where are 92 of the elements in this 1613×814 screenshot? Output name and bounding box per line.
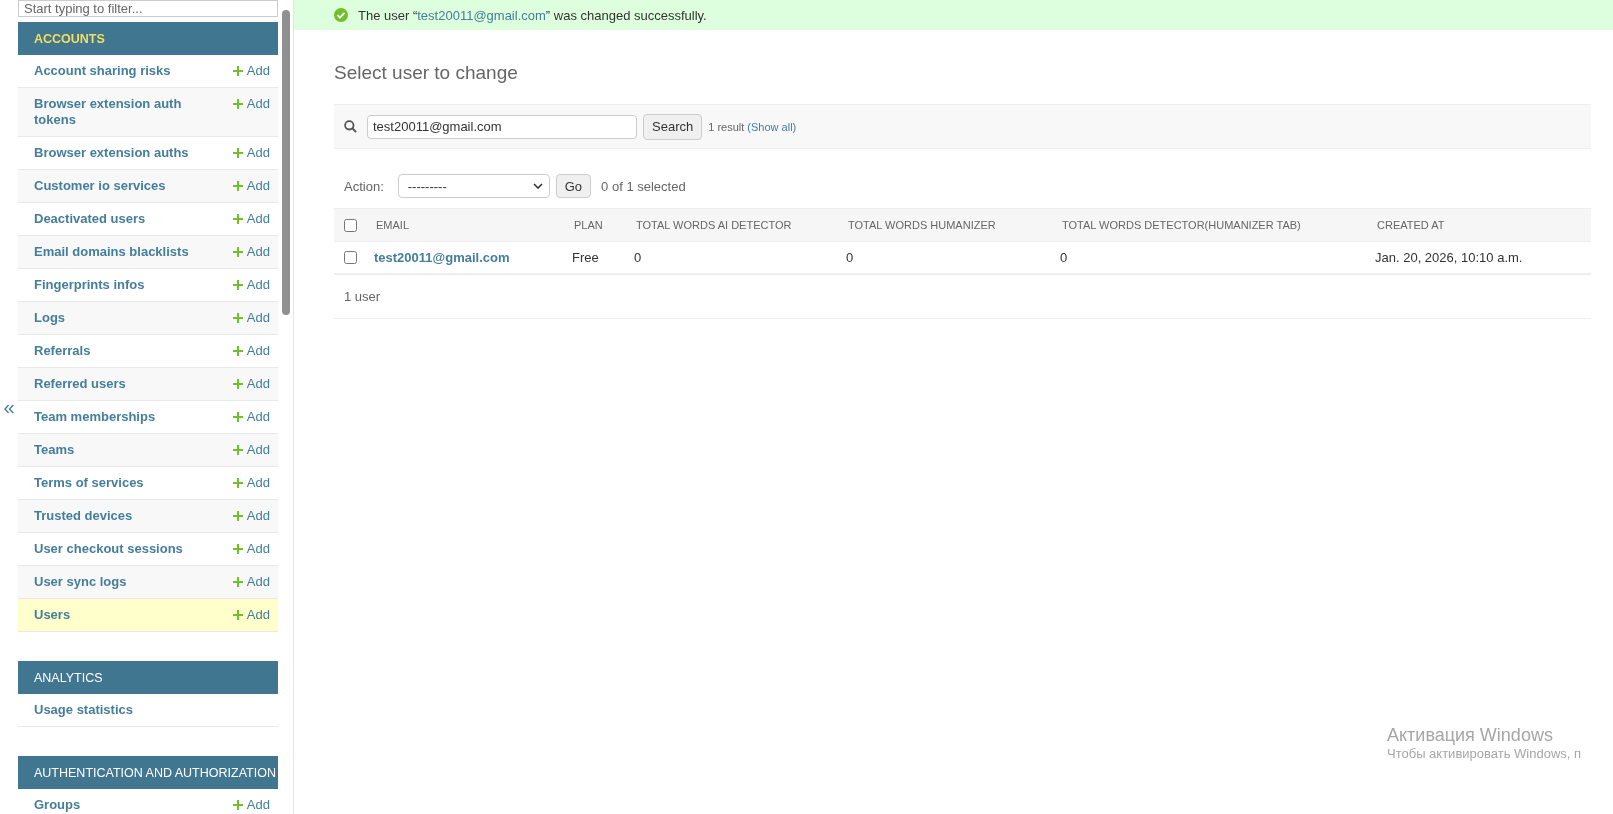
add-link[interactable]: Add [232, 442, 270, 458]
plus-icon [232, 577, 243, 587]
add-link[interactable]: Add [232, 541, 270, 557]
add-link[interactable]: Add [232, 211, 270, 227]
app-caption[interactable]: AUTHENTICATION AND AUTHORIZATION [18, 756, 278, 789]
go-button[interactable]: Go [555, 174, 592, 198]
add-link[interactable]: Add [232, 343, 270, 359]
table-cell-text: 0 [1060, 250, 1069, 265]
table-cell-text: 0 [846, 250, 855, 265]
row-checkbox[interactable] [344, 251, 357, 264]
result-count: 1 result (Show all) [708, 120, 797, 133]
model-link[interactable]: Referred users [34, 376, 194, 392]
add-link[interactable]: Add [232, 376, 270, 392]
add-link[interactable]: Add [232, 310, 270, 326]
app-caption[interactable]: ACCOUNTS [18, 22, 278, 55]
plus-icon [232, 346, 243, 356]
plus-icon [232, 247, 243, 257]
column-header[interactable]: TOTAL WORDS AI DETECTOR [634, 219, 846, 231]
model-link[interactable]: Logs [34, 310, 194, 326]
page-title: Select user to change [334, 62, 519, 84]
success-message: The user “test20011@gmail.com” was changed successfully. [358, 7, 707, 23]
add-link[interactable]: Add [232, 178, 270, 194]
activation-watermark-text: Чтобы активировать Windows, п [1387, 746, 1582, 761]
plus-icon [232, 544, 243, 554]
plus-icon [232, 280, 243, 290]
add-link[interactable]: Add [232, 63, 270, 79]
search-icon [344, 120, 357, 133]
search-button[interactable]: Search [643, 113, 703, 140]
filter-field[interactable]: Start typing to filter... [18, 0, 278, 17]
show-all-link[interactable]: (Show all) [747, 120, 797, 133]
user-link[interactable]: test20011@gmail.com [417, 7, 546, 23]
add-link[interactable]: Add [232, 96, 270, 112]
check-circle-icon [334, 8, 348, 22]
plus-icon [232, 800, 243, 810]
plus-icon [232, 478, 243, 488]
result-summary: 1 user [344, 289, 381, 304]
model-link[interactable]: Browser extension auths [34, 145, 194, 161]
model-link[interactable]: Trusted devices [34, 508, 194, 524]
plus-icon [232, 610, 243, 620]
sidebar-collapse-toggle[interactable]: « [2, 397, 16, 417]
action-select[interactable]: --------- [397, 174, 550, 198]
selection-counter: 0 of 1 selected [601, 178, 686, 194]
model-link[interactable]: Referrals [34, 343, 194, 359]
search-field[interactable]: test20011@gmail.com [367, 114, 637, 139]
activation-watermark-title: Активация Windows [1387, 725, 1554, 746]
model-link[interactable]: Usage statistics [34, 702, 194, 718]
model-link[interactable]: User sync logs [34, 574, 194, 590]
add-link[interactable]: Add [232, 145, 270, 161]
add-link[interactable]: Add [232, 475, 270, 491]
table-cell-text: 0 [634, 250, 643, 265]
plus-icon [232, 214, 243, 224]
app-caption[interactable]: ANALYTICS [18, 661, 278, 694]
model-link[interactable]: User checkout sessions [34, 541, 194, 557]
add-link[interactable]: Add [232, 607, 270, 623]
column-header[interactable]: CREATED AT [1375, 219, 1591, 231]
table-cell-text: Free [572, 250, 600, 265]
model-link[interactable]: Teams [34, 442, 194, 458]
column-header[interactable]: PLAN [572, 219, 634, 231]
model-link[interactable]: Users [34, 607, 194, 623]
scrollbar-thumb[interactable] [281, 10, 290, 315]
plus-icon [232, 379, 243, 389]
plus-icon [232, 313, 243, 323]
model-link[interactable]: Fingerprints infos [34, 277, 194, 293]
plus-icon [232, 181, 243, 191]
plus-icon [232, 445, 243, 455]
plus-icon [232, 99, 243, 109]
model-link[interactable]: Customer io services [34, 178, 194, 194]
model-link[interactable]: Terms of services [34, 475, 194, 491]
add-link[interactable]: Add [232, 244, 270, 260]
add-link[interactable]: Add [232, 277, 270, 293]
plus-icon [232, 511, 243, 521]
add-link[interactable]: Add [232, 574, 270, 590]
email-link[interactable]: test20011@gmail.com [374, 250, 572, 265]
table-cell-text: Jan. 20, 2026, 10:10 a.m. [1375, 250, 1524, 265]
add-link[interactable]: Add [232, 508, 270, 524]
add-link[interactable]: Add [232, 409, 270, 425]
column-header[interactable]: TOTAL WORDS DETECTOR(HUMANIZER TAB) [1060, 219, 1375, 231]
model-link[interactable]: Account sharing risks [34, 63, 194, 79]
column-header[interactable]: EMAIL [374, 219, 572, 231]
model-link[interactable]: Browser extension auth tokens [34, 96, 194, 128]
model-link[interactable]: Email domains blacklists [34, 244, 194, 260]
add-link[interactable]: Add [232, 797, 270, 813]
model-link[interactable]: Groups [34, 797, 194, 813]
action-label: Action: [344, 178, 384, 194]
plus-icon [232, 66, 243, 76]
model-link[interactable]: Deactivated users [34, 211, 194, 227]
column-header[interactable]: TOTAL WORDS HUMANIZER [846, 219, 1060, 231]
model-link[interactable]: Team memberships [34, 409, 194, 425]
select-all-checkbox[interactable] [344, 218, 357, 232]
plus-icon [232, 148, 243, 158]
plus-icon [232, 412, 243, 422]
chevron-down-icon [532, 183, 543, 189]
